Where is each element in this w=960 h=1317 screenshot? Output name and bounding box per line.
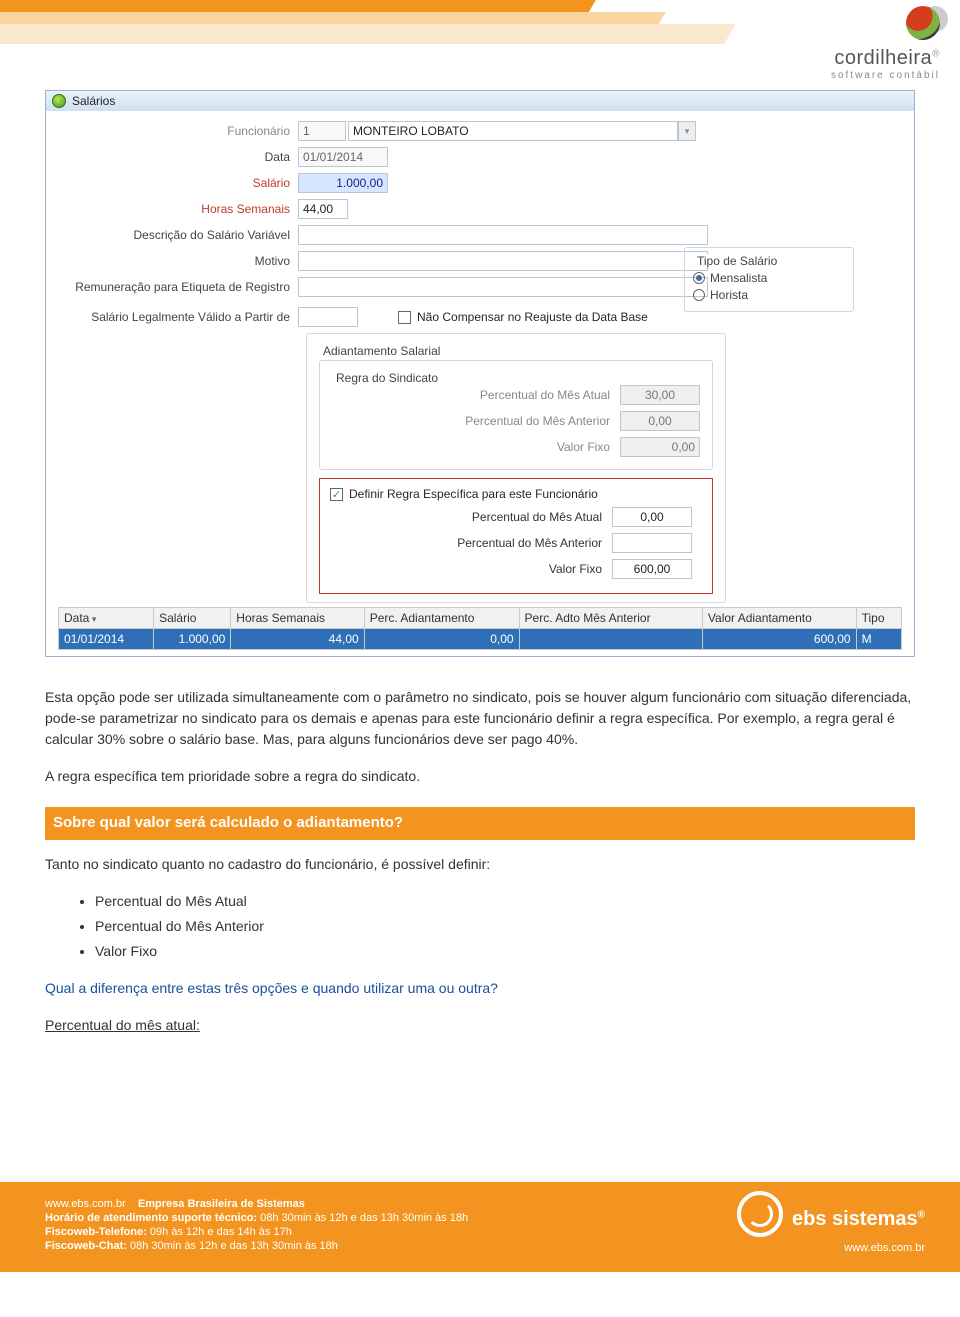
tipo-salario-group: Tipo de Salário Mensalista Horista — [684, 247, 854, 312]
regra-especifica-box: ✓ Definir Regra Específica para este Fun… — [319, 478, 713, 594]
pmant-sind-input — [620, 411, 700, 431]
footer-l2-label: Fiscoweb-Telefone: — [45, 1226, 147, 1238]
vfixo-sind-input — [620, 437, 700, 457]
horista-radio[interactable] — [693, 289, 705, 301]
question-text: Qual a diferença entre estas três opções… — [45, 978, 915, 999]
vfixo-spec-input[interactable] — [612, 559, 692, 579]
cell-horas: 44,00 — [231, 629, 364, 650]
col-salario[interactable]: Salário — [154, 608, 231, 629]
label-pmant-spec: Percentual do Mês Anterior — [457, 536, 602, 550]
col-valor-adto[interactable]: Valor Adiantamento — [702, 608, 856, 629]
document-body: Esta opção pode ser utilizada simultanea… — [45, 687, 915, 1036]
label-pma-spec: Percentual do Mês Atual — [472, 510, 602, 524]
label-nao-compensar: Não Compensar no Reajuste da Data Base — [417, 310, 648, 324]
cell-tipo: M — [856, 629, 901, 650]
data-input[interactable] — [298, 147, 388, 167]
nao-compensar-checkbox[interactable] — [398, 311, 411, 324]
label-regra-especifica: Definir Regra Específica para este Funci… — [349, 487, 598, 501]
col-perc-adto[interactable]: Perc. Adiantamento — [364, 608, 519, 629]
salarios-table: Data Salário Horas Semanais Perc. Adiant… — [58, 607, 902, 650]
logo-subtitle: software contábil — [831, 70, 940, 81]
motivo-input[interactable] — [298, 251, 708, 271]
footer-brand-url: www.ebs.com.br — [737, 1242, 925, 1254]
label-salario: Salário — [58, 176, 298, 190]
label-horista: Horista — [710, 288, 748, 302]
label-vfixo-spec: Valor Fixo — [549, 562, 602, 576]
subsection-underlined: Percentual do mês atual: — [45, 1017, 200, 1033]
list-item: Valor Fixo — [95, 941, 915, 962]
label-remun-registro: Remuneração para Etiqueta de Registro — [58, 280, 298, 294]
salarios-window: Salários Funcionário ▾ Data Salário Hora… — [45, 90, 915, 657]
funcionario-dropdown-button[interactable]: ▾ — [678, 121, 696, 141]
logo-icon — [906, 6, 940, 40]
list-item: Percentual do Mês Anterior — [95, 916, 915, 937]
section-heading: Sobre qual valor será calculado o adiant… — [45, 807, 915, 840]
label-pmant-sind: Percentual do Mês Anterior — [465, 414, 610, 428]
footer-url: www.ebs.com.br — [45, 1198, 126, 1210]
label-mensalista: Mensalista — [710, 271, 767, 285]
logo-text: cordilheira — [834, 47, 932, 69]
adiantamento-fieldset: Adiantamento Salarial Regra do Sindicato… — [306, 333, 726, 603]
brand-logo: cordilheira® software contábil — [831, 6, 940, 81]
footer-l1-value: 08h 30min às 12h e das 13h 30min às 18h — [260, 1212, 468, 1224]
label-motivo: Motivo — [58, 254, 298, 268]
remun-registro-input[interactable] — [298, 277, 708, 297]
funcionario-name-input[interactable] — [348, 121, 678, 141]
cell-valor-adto: 600,00 — [702, 629, 856, 650]
mensalista-radio[interactable] — [693, 272, 705, 284]
col-perc-adto-ant[interactable]: Perc. Adto Mês Anterior — [519, 608, 702, 629]
footer-company: Empresa Brasileira de Sistemas — [138, 1198, 305, 1210]
label-vfixo-sind: Valor Fixo — [557, 440, 610, 454]
funcionario-code-input[interactable] — [298, 121, 346, 141]
footer-brand-name: ebs sistemas — [792, 1208, 918, 1230]
window-titlebar: Salários — [46, 91, 914, 111]
list-item: Percentual do Mês Atual — [95, 891, 915, 912]
regra-especifica-checkbox[interactable]: ✓ — [330, 488, 343, 501]
footer-l1-label: Horário de atendimento suporte técnico: — [45, 1212, 257, 1224]
pma-sind-input — [620, 385, 700, 405]
sal-legal-input[interactable] — [298, 307, 358, 327]
label-sal-legal: Salário Legalmente Válido a Partir de — [58, 310, 298, 324]
bullet-list: Percentual do Mês Atual Percentual do Mê… — [95, 891, 915, 962]
adiantamento-legend: Adiantamento Salarial — [319, 344, 444, 358]
footer-l3-value: 08h 30min às 12h e das 13h 30min às 18h — [130, 1240, 338, 1252]
salario-input[interactable] — [298, 173, 388, 193]
horas-input[interactable] — [298, 199, 348, 219]
app-icon — [52, 94, 66, 108]
label-horas: Horas Semanais — [58, 202, 298, 216]
cell-data: 01/01/2014 — [59, 629, 154, 650]
cell-salario: 1.000,00 — [154, 629, 231, 650]
paragraph-2: A regra específica tem prioridade sobre … — [45, 766, 915, 787]
label-desc-variavel: Descrição do Salário Variável — [58, 228, 298, 242]
cell-perc-adto-ant — [519, 629, 702, 650]
swirl-icon — [737, 1191, 783, 1237]
pmant-spec-input[interactable] — [612, 533, 692, 553]
table-row[interactable]: 01/01/2014 1.000,00 44,00 0,00 600,00 M — [59, 629, 902, 650]
table-header-row: Data Salário Horas Semanais Perc. Adiant… — [59, 608, 902, 629]
footer-l3-label: Fiscoweb-Chat: — [45, 1240, 127, 1252]
footer-brand-logo: ebs sistemas® www.ebs.com.br — [737, 1191, 925, 1254]
footer-l2-value: 09h às 12h e das 14h às 17h — [150, 1226, 292, 1238]
label-pma-sind: Percentual do Mês Atual — [480, 388, 610, 402]
tipo-salario-legend: Tipo de Salário — [693, 254, 781, 268]
desc-variavel-input[interactable] — [298, 225, 708, 245]
col-tipo[interactable]: Tipo — [856, 608, 901, 629]
paragraph-1: Esta opção pode ser utilizada simultanea… — [45, 687, 915, 750]
window-title: Salários — [72, 94, 115, 108]
regra-sindicato-fieldset: Regra do Sindicato Percentual do Mês Atu… — [319, 360, 713, 470]
label-data: Data — [58, 150, 298, 164]
pma-spec-input[interactable] — [612, 507, 692, 527]
page-footer: www.ebs.com.br Empresa Brasileira de Sis… — [0, 1182, 960, 1272]
cell-perc-adto: 0,00 — [364, 629, 519, 650]
regra-sindicato-legend: Regra do Sindicato — [332, 371, 442, 385]
paragraph-3: Tanto no sindicato quanto no cadastro do… — [45, 854, 915, 875]
col-data[interactable]: Data — [59, 608, 154, 629]
col-horas[interactable]: Horas Semanais — [231, 608, 364, 629]
label-funcionario: Funcionário — [58, 124, 298, 138]
